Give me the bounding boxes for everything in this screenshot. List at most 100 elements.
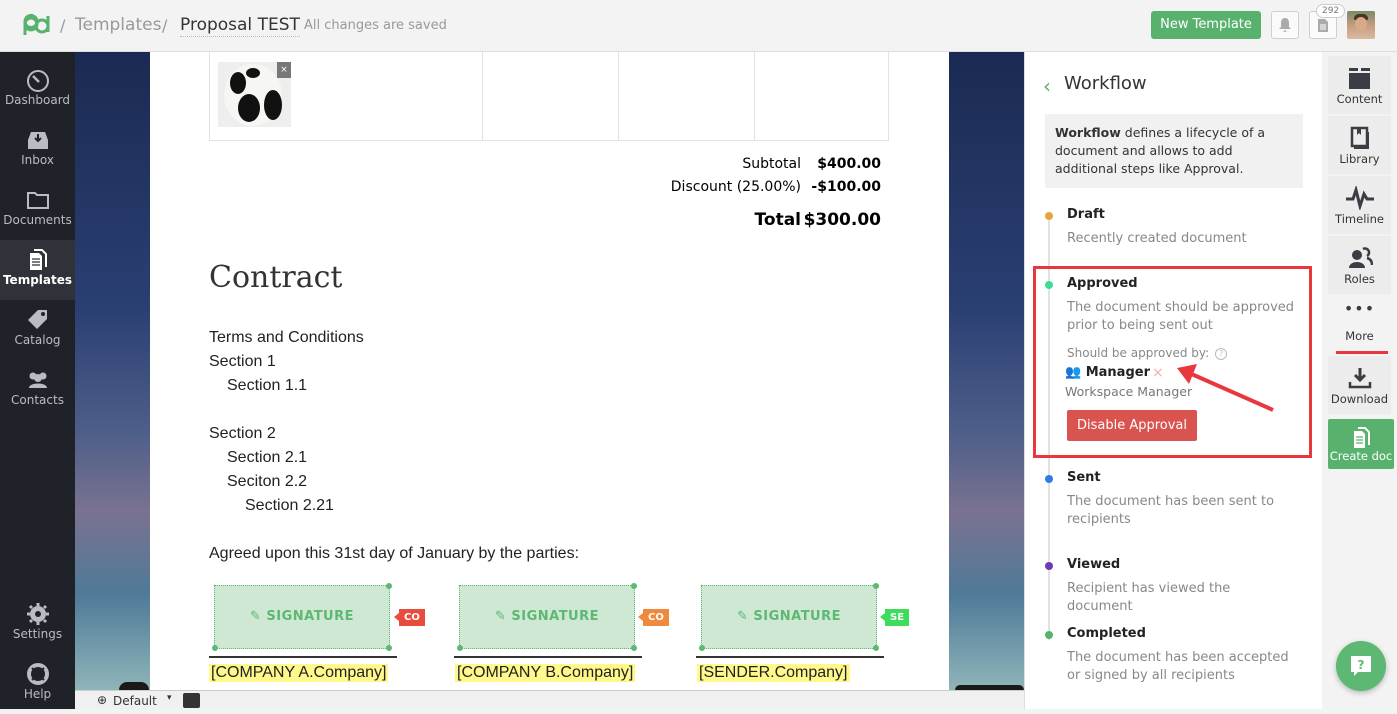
- new-template-button[interactable]: New Template: [1151, 11, 1261, 39]
- workflow-info: Workflow defines a lifecycle of a docume…: [1045, 114, 1303, 188]
- bottom-toolbar: ⊕ Default ▾: [75, 690, 1024, 709]
- role-tag[interactable]: SE: [879, 609, 910, 626]
- text-line[interactable]: Seciton 2.2: [227, 473, 307, 491]
- tag-icon: [27, 310, 47, 329]
- text-line[interactable]: Terms and Conditions: [209, 329, 364, 347]
- tab-timeline[interactable]: Timeline: [1328, 176, 1391, 234]
- sidebar-item-catalog[interactable]: Catalog: [0, 300, 75, 360]
- document-icon: [1318, 18, 1328, 32]
- discount-value: -$100.00: [811, 179, 881, 195]
- product-image[interactable]: ×: [218, 62, 291, 127]
- signature-line: [696, 656, 884, 658]
- role-tag[interactable]: CO: [394, 609, 425, 626]
- sidebar-item-help[interactable]: Help: [0, 654, 75, 714]
- company-field[interactable]: [COMPANY A.Company]: [209, 664, 389, 682]
- total-value: $300.00: [803, 210, 881, 230]
- sidebar-item-contacts[interactable]: Contacts: [0, 360, 75, 420]
- breadcrumb-templates[interactable]: Templates: [75, 15, 161, 35]
- create-doc-button[interactable]: Create doc: [1328, 419, 1394, 469]
- workflow-panel: ‹ Workflow Workflow defines a lifecycle …: [1024, 52, 1322, 709]
- help-chat-button[interactable]: ?: [1336, 641, 1386, 691]
- contacts-icon: [28, 372, 47, 388]
- signature-label: SIGNATURE: [753, 609, 842, 624]
- download-icon: [1348, 368, 1371, 389]
- chevron-down-icon[interactable]: ▾: [167, 693, 172, 703]
- signature-field[interactable]: ✎ SIGNATURE: [212, 583, 392, 651]
- signature-field[interactable]: ✎ SIGNATURE: [457, 583, 637, 651]
- text-line[interactable]: Section 2: [209, 425, 276, 443]
- signature-label: SIGNATURE: [511, 609, 600, 624]
- sidebar-item-inbox[interactable]: Inbox: [0, 120, 75, 180]
- sidebar-item-templates[interactable]: Templates: [0, 240, 75, 300]
- pandadoc-logo-icon[interactable]: [22, 13, 52, 39]
- bell-icon: [1279, 18, 1291, 32]
- subtotal-value: $400.00: [817, 156, 881, 172]
- tab-roles[interactable]: Roles: [1328, 236, 1391, 294]
- annotation-underline: [1336, 351, 1388, 354]
- role-tag[interactable]: CO: [638, 609, 669, 626]
- document-title[interactable]: Proposal TEST: [180, 15, 300, 37]
- text-line[interactable]: Section 1.1: [227, 377, 307, 395]
- pen-icon: ✎: [249, 609, 267, 624]
- status-dot: [1045, 475, 1053, 483]
- breadcrumb-separator: /: [60, 16, 66, 35]
- sidebar-label: Contacts: [11, 393, 64, 407]
- pen-icon: ✎: [494, 609, 512, 624]
- annotation-arrow-icon: [1177, 364, 1274, 412]
- table-column-divider: [754, 52, 755, 140]
- company-field[interactable]: [SENDER.Company]: [697, 664, 850, 682]
- status-dot: [1045, 212, 1053, 220]
- sidebar-label: Templates: [2, 273, 73, 287]
- download-button[interactable]: Download: [1328, 356, 1391, 414]
- text-line[interactable]: Agreed upon this 31st day of January by …: [209, 545, 579, 563]
- sidebar-label: Inbox: [21, 153, 54, 167]
- zoom-in-icon: ⊕: [97, 693, 108, 707]
- gauge-icon: [26, 70, 49, 92]
- company-field[interactable]: [COMPANY B.Company]: [455, 664, 636, 682]
- ellipsis-icon: •••: [1343, 299, 1376, 318]
- background-tree: [119, 682, 149, 690]
- lifebuoy-icon: [26, 663, 49, 685]
- save-status: All changes are saved: [304, 18, 447, 33]
- editor-canvas: × Subtotal $400.00 Discount (25.00%) -$1…: [75, 52, 1024, 690]
- sidebar-label: Documents: [3, 213, 72, 227]
- pulse-icon: [1345, 186, 1374, 210]
- recipient-view-icon[interactable]: [183, 693, 200, 708]
- contract-heading[interactable]: Contract: [209, 260, 342, 295]
- sidebar-item-dashboard[interactable]: Dashboard: [0, 60, 75, 120]
- tab-library[interactable]: Library: [1328, 116, 1391, 174]
- subtotal-label: Subtotal: [742, 156, 801, 172]
- create-doc-icon: [1354, 427, 1370, 448]
- blocks-icon: [1348, 68, 1370, 89]
- back-chevron-icon[interactable]: ‹: [1043, 74, 1051, 98]
- pricing-table[interactable]: [209, 52, 889, 141]
- signature-field[interactable]: ✎ SIGNATURE: [699, 583, 879, 651]
- text-line[interactable]: Section 2.21: [245, 497, 334, 515]
- tab-content[interactable]: Content: [1328, 56, 1391, 114]
- roles-icon: [1348, 247, 1373, 268]
- tab-more[interactable]: ••• More: [1328, 299, 1391, 352]
- sidebar-label: Help: [23, 687, 52, 701]
- signature-line: [454, 656, 642, 658]
- table-column-divider: [482, 52, 483, 140]
- inbox-icon: [27, 132, 48, 149]
- templates-icon: [29, 249, 47, 270]
- sidebar-label: Settings: [12, 627, 63, 641]
- breadcrumb-separator: /: [162, 16, 168, 35]
- signature-label: SIGNATURE: [266, 609, 355, 624]
- sidebar-label: Catalog: [14, 333, 61, 347]
- total-label: Total: [754, 210, 801, 230]
- document-page[interactable]: × Subtotal $400.00 Discount (25.00%) -$1…: [150, 52, 949, 690]
- sidebar-item-documents[interactable]: Documents: [0, 180, 75, 240]
- discount-label: Discount (25.00%): [670, 179, 801, 195]
- sidebar-item-settings[interactable]: Settings: [0, 594, 75, 654]
- main-sidebar: Dashboard Inbox Documents Templates Cata…: [0, 52, 75, 709]
- text-line[interactable]: Section 2.1: [227, 449, 307, 467]
- signature-line: [209, 656, 397, 658]
- user-avatar[interactable]: [1347, 11, 1375, 39]
- pen-icon: ✎: [736, 609, 754, 624]
- remove-image-icon[interactable]: ×: [277, 62, 291, 78]
- text-line[interactable]: Section 1: [209, 353, 276, 371]
- notifications-button[interactable]: [1271, 11, 1299, 39]
- zoom-select[interactable]: Default: [113, 694, 157, 708]
